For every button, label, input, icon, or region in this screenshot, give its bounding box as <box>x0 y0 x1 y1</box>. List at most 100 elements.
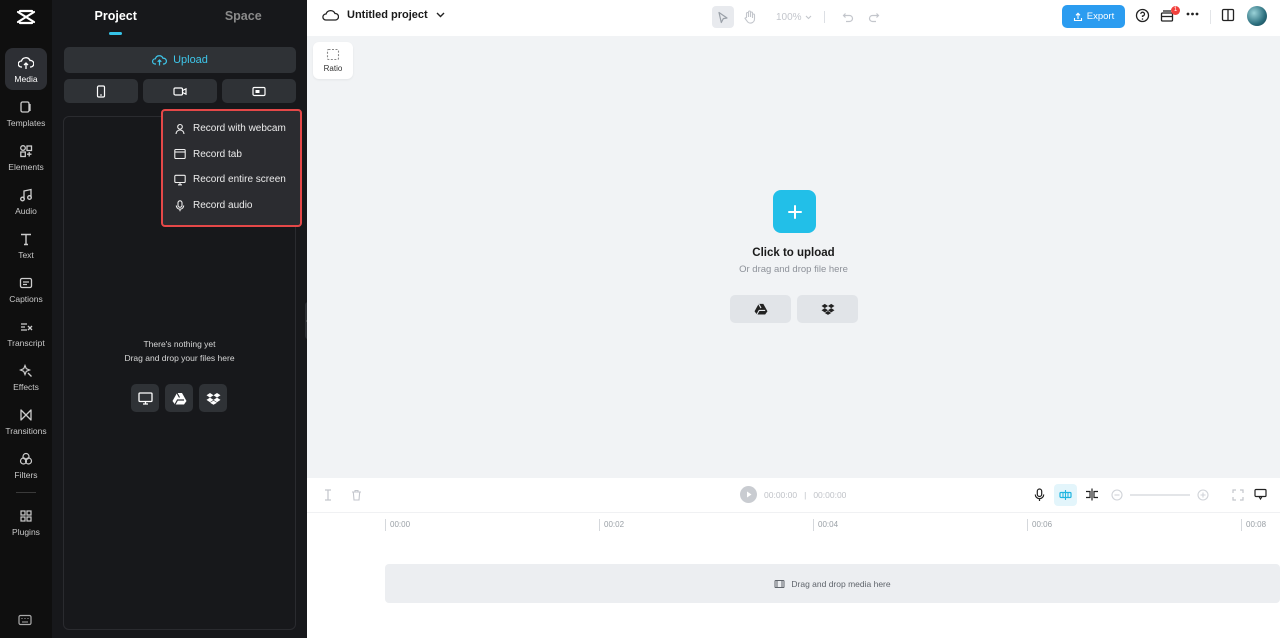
music-note-icon <box>19 187 33 203</box>
microphone-icon[interactable] <box>1034 488 1045 502</box>
timeline-ruler[interactable]: 00:00 00:02 00:04 00:06 00:08 <box>307 512 1280 534</box>
templates-icon <box>19 99 33 115</box>
screen-record-icon <box>252 86 266 97</box>
notification-badge: 1 <box>1171 6 1180 15</box>
captions-icon <box>19 275 33 291</box>
plugins-icon <box>19 508 33 524</box>
rail-item-captions[interactable]: Captions <box>5 268 47 310</box>
timeline-zoom-slider[interactable] <box>1130 494 1190 496</box>
monitor-icon <box>137 391 153 405</box>
rail-item-transcript[interactable]: Transcript <box>5 312 47 354</box>
tab-space[interactable]: Space <box>180 0 308 36</box>
text-icon <box>19 231 33 247</box>
rail-item-elements[interactable]: Elements <box>5 136 47 178</box>
elements-icon <box>19 143 33 159</box>
export-label: Export <box>1086 11 1115 22</box>
phone-icon <box>96 84 106 98</box>
rail-item-audio[interactable]: Audio <box>5 180 47 222</box>
rail-item-text[interactable]: Text <box>5 224 47 266</box>
menu-item-record-audio[interactable]: Record audio <box>163 193 300 219</box>
split-screen-icon[interactable] <box>1085 488 1099 501</box>
rail-item-templates[interactable]: Templates <box>5 92 47 134</box>
delete-icon[interactable] <box>351 489 362 501</box>
rail-item-plugins[interactable]: Plugins <box>5 501 47 543</box>
project-name: Untitled project <box>347 9 428 21</box>
ruler-tick: 00:02 <box>599 519 624 531</box>
timeline-tracks: Drag and drop media here <box>307 534 1280 638</box>
play-icon <box>746 491 752 498</box>
comment-icon[interactable] <box>1254 488 1267 501</box>
panel-tabs: Project Space <box>52 0 307 36</box>
google-drive-icon <box>754 303 768 315</box>
dropbox-button[interactable] <box>797 295 858 323</box>
redo-button[interactable] <box>863 6 885 28</box>
auto-snap-button[interactable] <box>1054 484 1077 506</box>
google-drive-button[interactable] <box>730 295 791 323</box>
menu-item-label: Record with webcam <box>193 123 286 135</box>
user-avatar[interactable] <box>1247 6 1267 26</box>
layout-panel-icon[interactable] <box>1221 8 1235 22</box>
upload-title[interactable]: Click to upload <box>307 247 1280 259</box>
media-panel: Project Space Upload There's nothing yet… <box>52 0 307 638</box>
dropbox-icon <box>206 392 221 405</box>
rail-label: Captions <box>9 293 43 304</box>
export-icon <box>1073 12 1083 22</box>
record-screen-button[interactable] <box>222 79 296 103</box>
hand-icon <box>743 10 756 24</box>
transcript-icon <box>19 319 33 335</box>
select-tool-button[interactable] <box>712 6 734 28</box>
rail-divider <box>16 492 36 493</box>
playback-controls: 00:00:00 | 00:00:00 <box>740 486 846 503</box>
split-icon[interactable] <box>323 489 333 501</box>
project-menu[interactable]: Untitled project <box>322 9 445 21</box>
fit-timeline-icon[interactable] <box>1232 489 1244 501</box>
capcut-logo[interactable] <box>0 0 52 34</box>
upload-from-google-drive-button[interactable] <box>165 384 193 412</box>
cloud-icon <box>322 9 339 21</box>
upload-from-computer-button[interactable] <box>131 384 159 412</box>
empty-title: There's nothing yet <box>143 339 216 349</box>
rail-label: Elements <box>8 161 44 172</box>
person-icon <box>174 123 186 135</box>
menu-item-record-tab[interactable]: Record tab <box>163 142 300 168</box>
zoom-dropdown[interactable]: 100% <box>776 12 812 23</box>
browser-tab-icon <box>174 148 186 160</box>
export-button[interactable]: Export <box>1062 5 1125 28</box>
timeline-drop-zone[interactable]: Drag and drop media here <box>385 564 1280 603</box>
zoom-in-icon[interactable] <box>1197 489 1209 501</box>
rail-item-effects[interactable]: Effects <box>5 356 47 398</box>
more-options-icon[interactable] <box>1186 12 1199 16</box>
cursor-icon <box>717 11 729 24</box>
record-phone-button[interactable] <box>64 79 138 103</box>
film-strip-icon <box>774 579 785 589</box>
play-button[interactable] <box>740 486 757 503</box>
chevron-down-icon <box>436 12 445 18</box>
help-icon[interactable] <box>1135 8 1150 23</box>
upload-plus-button[interactable] <box>773 190 816 233</box>
rail-label: Effects <box>13 381 39 392</box>
google-drive-icon <box>172 392 187 405</box>
menu-item-record-webcam[interactable]: Record with webcam <box>163 116 300 142</box>
undo-button[interactable] <box>837 6 859 28</box>
upload-button[interactable]: Upload <box>64 47 296 73</box>
tab-project[interactable]: Project <box>52 0 180 36</box>
dropbox-icon <box>821 303 835 315</box>
rail-label: Text <box>18 249 34 260</box>
plus-icon <box>787 204 803 220</box>
rail-item-transitions[interactable]: Transitions <box>5 400 47 442</box>
zoom-out-icon[interactable] <box>1111 489 1123 501</box>
microphone-icon <box>174 199 186 212</box>
upload-from-dropbox-button[interactable] <box>199 384 227 412</box>
empty-hint: Drag and drop your files here <box>124 353 235 363</box>
redo-icon <box>868 12 880 23</box>
rail-item-media[interactable]: Media <box>5 48 47 90</box>
rail-item-filters[interactable]: Filters <box>5 444 47 486</box>
canvas-tools: 100% <box>712 6 885 28</box>
record-buttons <box>64 79 296 103</box>
keyboard-shortcuts-icon[interactable] <box>18 614 32 626</box>
record-camera-button[interactable] <box>143 79 217 103</box>
menu-item-record-screen[interactable]: Record entire screen <box>163 167 300 193</box>
filters-icon <box>19 451 33 467</box>
hand-tool-button[interactable] <box>738 6 760 28</box>
ratio-button[interactable]: Ratio <box>313 42 353 79</box>
